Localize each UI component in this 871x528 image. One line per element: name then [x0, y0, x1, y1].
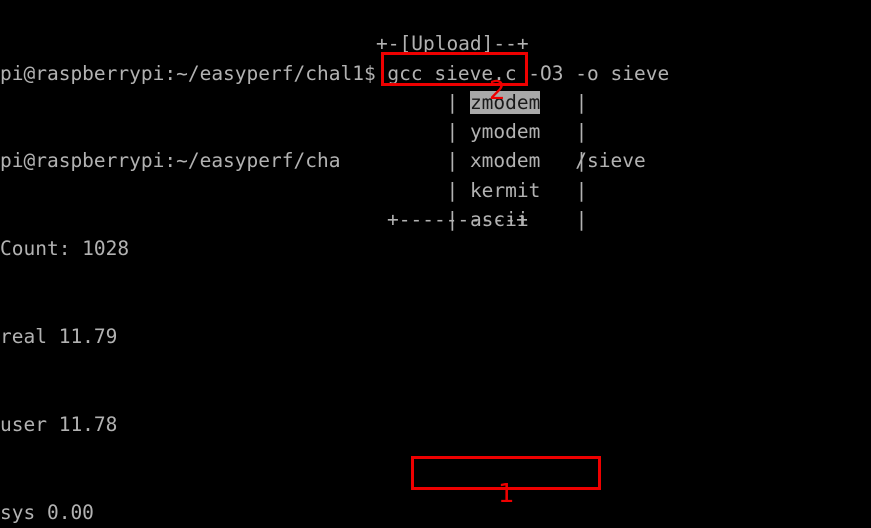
annotation-box-zmodem — [381, 52, 528, 86]
terminal-line: pi@raspberrypi:~/easyperf/cha /sieve — [0, 149, 646, 173]
terminal-line: real 11.79 — [0, 325, 118, 349]
terminal-line: Count: 1028 — [0, 237, 130, 261]
terminal-window[interactable]: pi@raspberrypi:~/easyperf/chal1$ gcc sie… — [0, 0, 871, 528]
annotation-marker-1: 1 — [498, 479, 515, 509]
annotation-marker-2: 2 — [489, 76, 506, 106]
terminal-line: sys 0.00 — [0, 501, 94, 525]
terminal-line: user 11.78 — [0, 413, 118, 437]
